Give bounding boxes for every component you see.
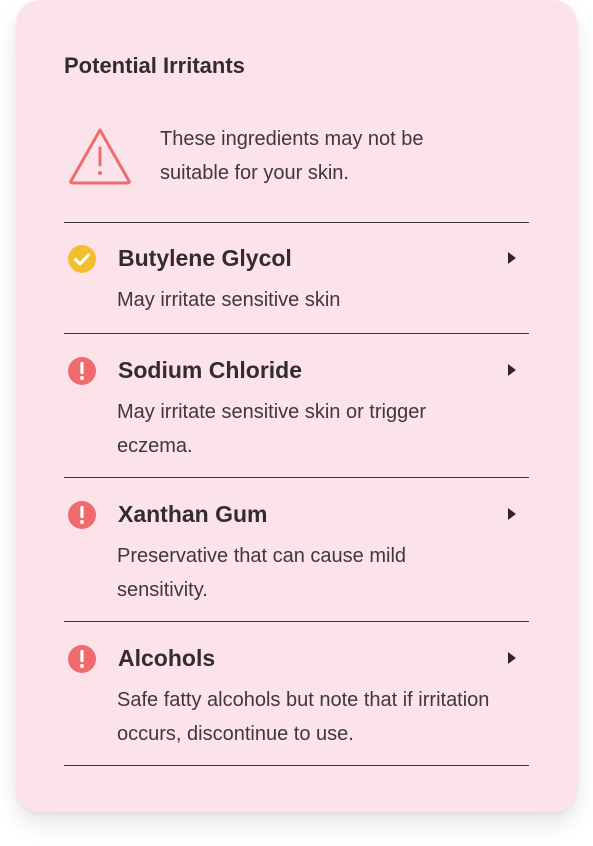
warning-notice: These ingredients may not be suitable fo… — [64, 122, 529, 192]
irritant-list: Butylene Glycol May irritate sensitive s… — [64, 222, 529, 766]
item-name: Xanthan Gum — [118, 501, 268, 527]
alert-circle-icon — [68, 501, 96, 529]
list-item-butylene-glycol[interactable]: Butylene Glycol May irritate sensitive s… — [64, 223, 529, 334]
alert-circle-icon — [68, 645, 96, 673]
list-item-xanthan-gum[interactable]: Xanthan Gum Preservative that can cause … — [64, 478, 529, 622]
item-description: Safe fatty alcohols but note that if irr… — [117, 689, 490, 745]
potential-irritants-card: Potential Irritants These ingredients ma… — [16, 0, 577, 812]
card-title: Potential Irritants — [64, 53, 245, 78]
chevron-right-icon[interactable] — [507, 651, 517, 665]
warning-text: These ingredients may not be suitable fo… — [160, 128, 424, 184]
list-item-sodium-chloride[interactable]: Sodium Chloride May irritate sensitive s… — [64, 334, 529, 478]
item-name: Alcohols — [118, 645, 216, 671]
item-description: May irritate sensitive skin or trigger e… — [117, 401, 426, 457]
item-name: Sodium Chloride — [118, 357, 302, 383]
check-circle-icon — [68, 245, 96, 273]
chevron-right-icon[interactable] — [507, 363, 517, 377]
item-description: May irritate sensitive skin — [117, 289, 341, 311]
list-item-alcohols[interactable]: Alcohols Safe fatty alcohols but note th… — [64, 622, 529, 766]
warning-triangle-icon — [69, 128, 131, 185]
item-name: Butylene Glycol — [118, 245, 292, 271]
item-description: Preservative that can cause mild sensiti… — [117, 545, 407, 601]
alert-circle-icon — [68, 357, 96, 385]
chevron-right-icon[interactable] — [507, 507, 517, 521]
chevron-right-icon[interactable] — [507, 251, 517, 265]
